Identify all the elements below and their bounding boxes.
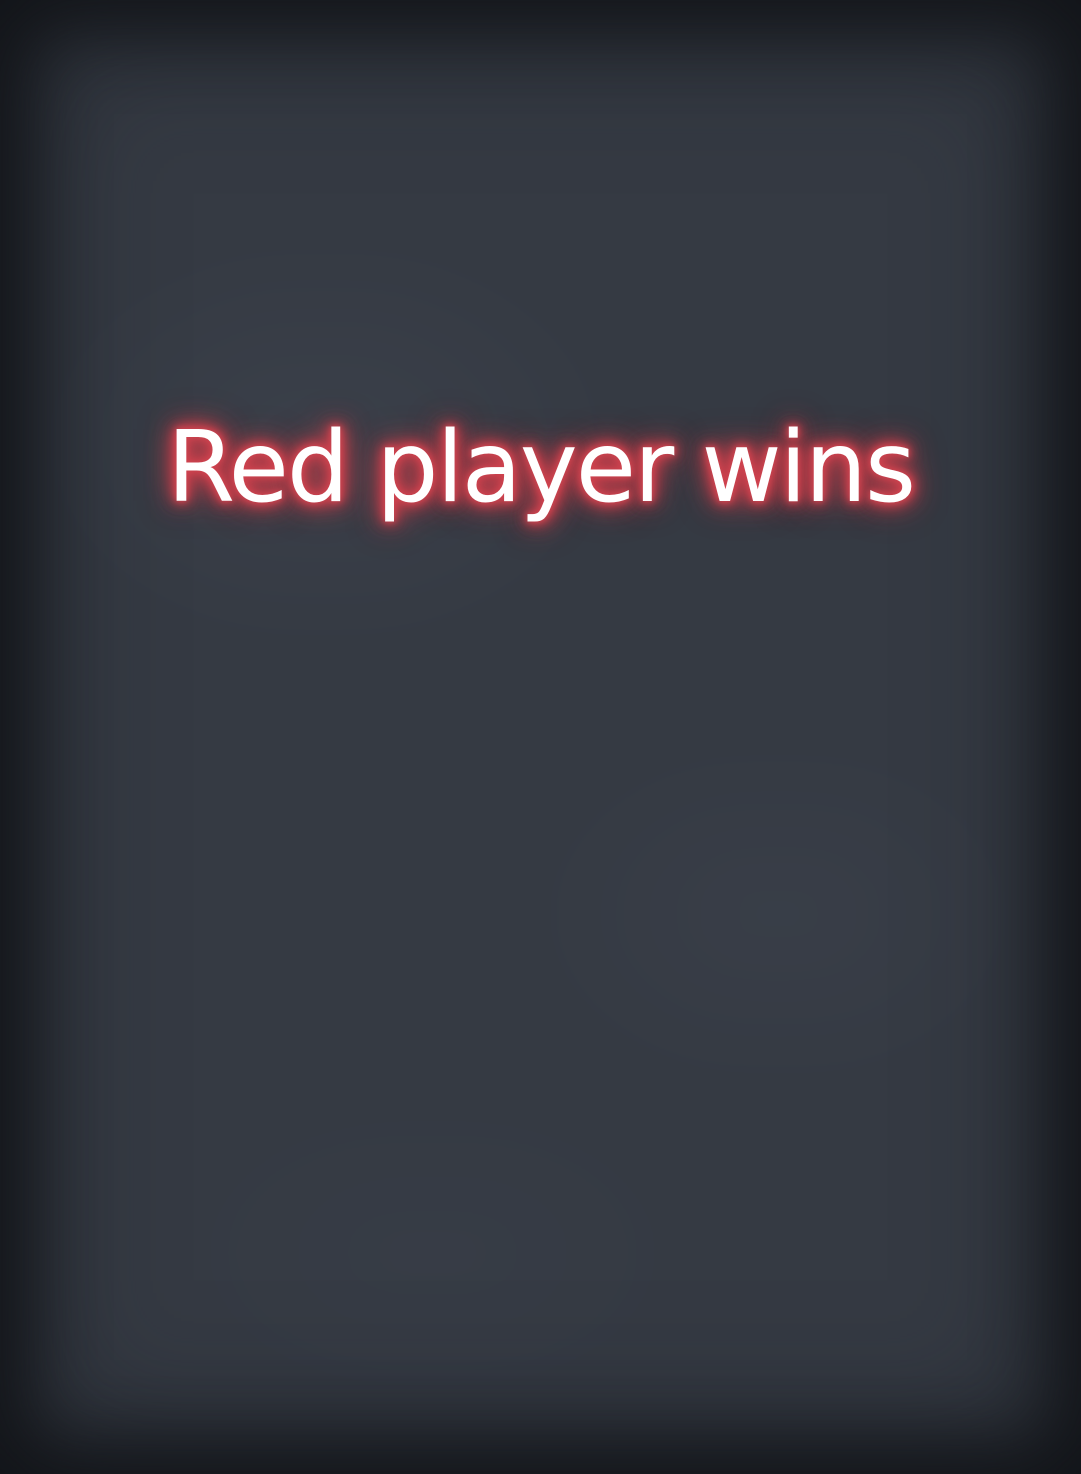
winner-message: Red player wins [166,411,916,525]
blurred-game-board [0,0,1081,1474]
game-screen: Red player wins [0,0,1081,1474]
